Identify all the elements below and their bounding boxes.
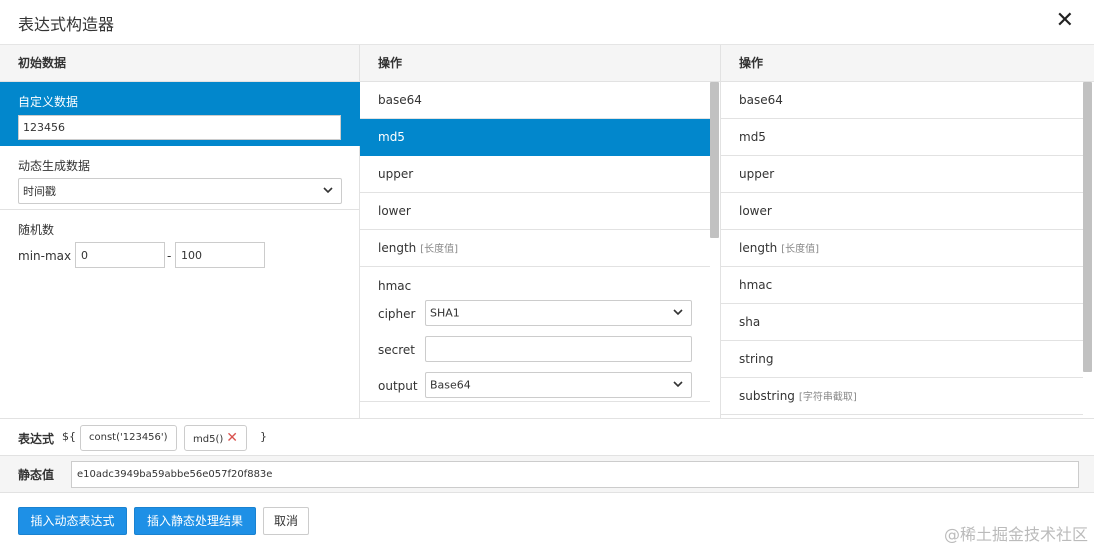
dialog-header: 表达式构造器 ✕ [0, 0, 1094, 45]
ops-right-scrollbar[interactable] [1083, 82, 1092, 372]
op-label: lower [378, 204, 411, 218]
expression-chip-const[interactable]: const('123456') [80, 425, 177, 451]
source-random-label: 随机数 [18, 223, 55, 237]
dynamic-select-value: 时间戳 [23, 185, 56, 198]
cipher-value: SHA1 [430, 306, 460, 320]
op-label: upper [739, 167, 775, 181]
op2-item-string[interactable]: string [721, 341, 1083, 378]
source-column-header: 初始数据 [0, 45, 360, 82]
op2-item-upper[interactable]: upper [721, 156, 1083, 193]
static-value-label: 静态值 [18, 468, 55, 482]
op-item-lower[interactable]: lower [360, 193, 710, 230]
op-label: length [378, 241, 417, 255]
op-label: string [739, 352, 774, 366]
op-label: hmac [739, 278, 773, 292]
ops-column-header: 操作 [360, 45, 721, 82]
ops2-column-header: 操作 [721, 45, 1094, 82]
watermark: @稀土掘金技术社区 [943, 525, 1088, 544]
custom-data-input[interactable] [18, 115, 341, 140]
chevron-down-icon [673, 381, 683, 388]
op-label: length [739, 241, 778, 255]
op-label: base64 [739, 93, 783, 107]
op-item-length[interactable]: length [长度值] [360, 230, 710, 267]
op2-item-md5[interactable]: md5 [721, 119, 1083, 156]
output-select[interactable]: Base64 [425, 372, 692, 398]
chevron-down-icon [673, 309, 683, 316]
source-custom[interactable]: 自定义数据 [0, 82, 360, 146]
insert-static-button[interactable]: 插入静态处理结果 [134, 507, 256, 535]
op-hint: [字符串截取] [798, 392, 857, 403]
dialog-footer: 插入动态表达式 插入静态处理结果 取消 @稀土掘金技术社区 [0, 493, 1094, 549]
static-value-row: 静态值 [0, 456, 1094, 493]
source-random[interactable]: 随机数 min-max - [0, 210, 360, 280]
hmac-options: hmac cipher SHA1 secret output Base64 [360, 268, 710, 402]
cipher-label: cipher [378, 307, 416, 321]
expression-label: 表达式 [18, 432, 55, 446]
op-label: base64 [378, 93, 422, 107]
chip-label: const('123456') [89, 432, 168, 443]
range-separator: - [167, 249, 172, 263]
op-label: substring [739, 389, 795, 403]
expression-close: } [260, 430, 267, 443]
expression-chip-md5[interactable]: md5() ✕ [184, 425, 247, 451]
hmac-label[interactable]: hmac [378, 279, 411, 293]
ops-left-scrollbar[interactable] [710, 82, 719, 238]
op2-item-substring[interactable]: substring [字符串截取] [721, 378, 1083, 415]
chip-label: md5() [193, 434, 224, 445]
source-dynamic-label: 动态生成数据 [18, 159, 91, 173]
expression-open: ${ [62, 430, 76, 443]
op-label: md5 [378, 130, 405, 144]
op-hint: [长度值] [781, 244, 820, 255]
secret-input[interactable] [425, 336, 692, 362]
source-dynamic[interactable]: 动态生成数据 时间戳 [0, 146, 360, 210]
op-label: sha [739, 315, 761, 329]
op-item-md5[interactable]: md5 [360, 119, 710, 156]
cipher-select[interactable]: SHA1 [425, 300, 692, 326]
secret-label: secret [378, 343, 415, 357]
op-hint: [长度值] [420, 244, 459, 255]
op-label: upper [378, 167, 414, 181]
max-input[interactable] [175, 242, 265, 268]
minmax-label: min-max [18, 249, 72, 263]
op2-item-hmac[interactable]: hmac [721, 267, 1083, 304]
insert-dynamic-button[interactable]: 插入动态表达式 [18, 507, 127, 535]
op2-item-sha[interactable]: sha [721, 304, 1083, 341]
dialog-title: 表达式构造器 [18, 15, 115, 34]
chevron-down-icon [323, 187, 333, 194]
op2-item-base64[interactable]: base64 [721, 82, 1083, 119]
op-label: md5 [739, 130, 766, 144]
op2-item-lower[interactable]: lower [721, 193, 1083, 230]
min-input[interactable] [75, 242, 165, 268]
source-custom-label: 自定义数据 [18, 95, 79, 109]
op-label: lower [739, 204, 772, 218]
static-value-input[interactable] [71, 461, 1079, 488]
output-value: Base64 [430, 378, 471, 392]
expression-row: 表达式 ${ const('123456') md5() ✕ } [0, 418, 1094, 456]
cancel-button[interactable]: 取消 [263, 507, 309, 535]
op-item-upper[interactable]: upper [360, 156, 710, 193]
dynamic-data-select[interactable]: 时间戳 [18, 178, 342, 204]
output-label: output [378, 379, 418, 393]
op2-item-length[interactable]: length [长度值] [721, 230, 1083, 267]
close-icon[interactable]: ✕ [1056, 8, 1074, 34]
remove-icon[interactable]: ✕ [226, 430, 238, 446]
op-item-base64[interactable]: base64 [360, 82, 710, 119]
